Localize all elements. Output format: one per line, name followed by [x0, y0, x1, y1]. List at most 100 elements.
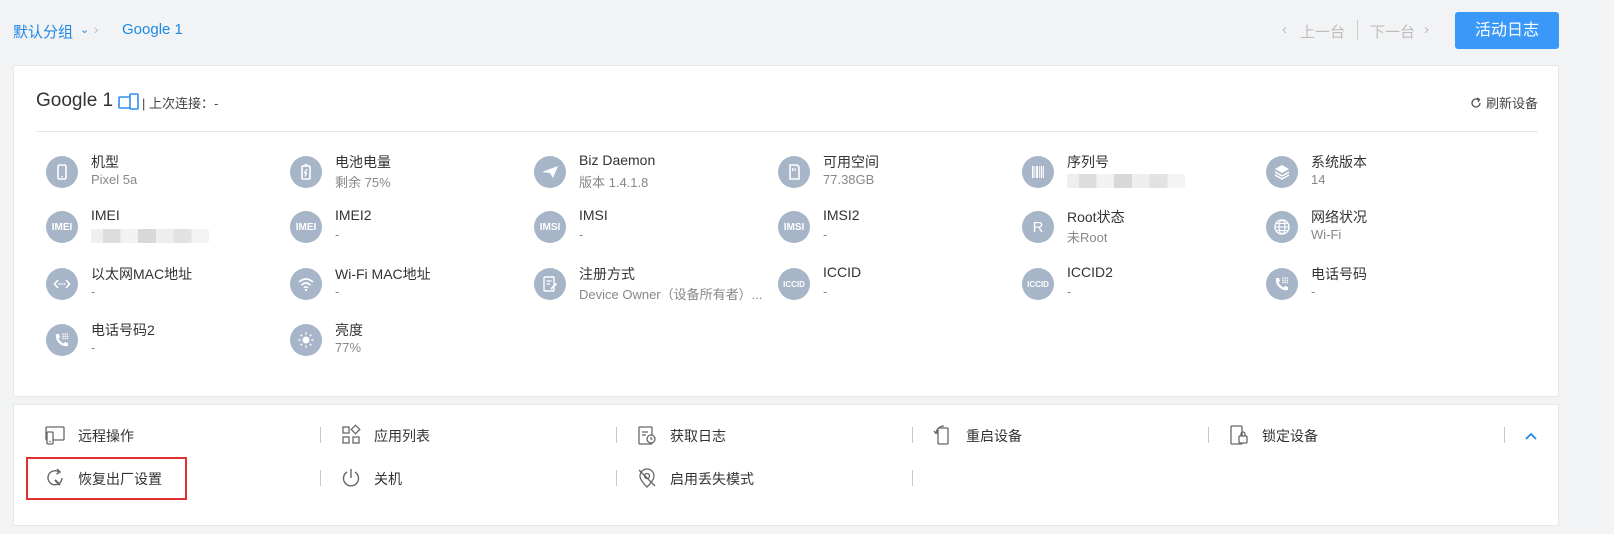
imei-icon: IMEI — [290, 211, 322, 243]
dialpad-phone-icon — [46, 324, 78, 356]
phone-icon — [46, 156, 78, 188]
top-bar: 默认分组 ⌄ › Google 1 ‹ 上一台 下一台 › 活动日志 — [0, 0, 1614, 62]
breadcrumb-device[interactable]: Google 1 — [122, 21, 183, 38]
info-label: 注册方式 — [579, 266, 635, 282]
info-item: 系统版本 14 — [1266, 152, 1506, 196]
breadcrumb-group[interactable]: 默认分组 — [13, 21, 73, 42]
info-item: IMSI IMSI2 - — [778, 207, 1018, 251]
power-icon — [340, 467, 362, 489]
info-label: 电话号码2 — [91, 322, 155, 338]
app-list-icon — [340, 424, 362, 446]
info-value: - — [91, 340, 96, 355]
info-item: 网络状况 Wi-Fi — [1266, 207, 1506, 251]
redacted-value — [1067, 174, 1185, 188]
info-item: ICCID ICCID2 - — [1022, 264, 1262, 308]
form-icon — [534, 268, 566, 300]
action-separator — [1504, 427, 1505, 443]
remote-control-icon — [44, 424, 66, 446]
action-label: 关机 — [374, 471, 402, 487]
action-separator — [320, 427, 321, 443]
log-icon — [636, 424, 658, 446]
info-value: 未Root — [1067, 230, 1108, 245]
action-separator — [616, 470, 617, 486]
action-label: 重启设备 — [966, 428, 1022, 444]
iccid-icon: ICCID — [1022, 268, 1054, 300]
imsi-icon: IMSI — [778, 211, 810, 243]
info-value: - — [91, 284, 96, 299]
info-item: 注册方式 Device Owner（设备所有者）... — [534, 264, 774, 308]
info-label: 亮度 — [335, 322, 363, 338]
info-item: ICCID ICCID - — [778, 264, 1018, 308]
info-label: 以太网MAC地址 — [91, 266, 193, 282]
last-connection: | 上次连接：- — [142, 96, 219, 111]
info-item: 电话号码2 - — [46, 320, 286, 364]
info-value: - — [335, 284, 340, 299]
chevron-left-icon[interactable]: ‹ — [1282, 21, 1287, 38]
info-item: IMEI IMEI2 - — [290, 207, 530, 251]
info-label: 可用空间 — [823, 154, 879, 170]
info-item: 序列号 — [1022, 152, 1262, 196]
action-label: 远程操作 — [78, 428, 134, 444]
sd-card-icon — [778, 156, 810, 188]
info-item: 以太网MAC地址 - — [46, 264, 286, 308]
action-label: 恢复出厂设置 — [78, 471, 162, 487]
iccid-icon: ICCID — [778, 268, 810, 300]
root-icon: R — [1022, 211, 1054, 243]
action-separator — [320, 470, 321, 486]
action-label: 应用列表 — [374, 428, 430, 444]
info-label: Root状态 — [1067, 209, 1125, 225]
info-label: 序列号 — [1067, 154, 1109, 170]
info-label: ICCID2 — [1067, 264, 1113, 280]
info-value: - — [1067, 284, 1072, 299]
lock-device-icon — [1228, 424, 1250, 446]
info-label: 电池电量 — [335, 154, 391, 170]
refresh-label: 刷新设备 — [1485, 96, 1538, 111]
chevron-down-icon[interactable]: ⌄ — [80, 23, 89, 36]
factory-reset-icon — [44, 467, 66, 489]
info-item: Wi-Fi MAC地址 - — [290, 264, 530, 308]
device-info-card: Google 1 | 上次连接：- 刷新设备 机型 Pixel 5a 电池电量 剩余 … — [13, 65, 1559, 397]
info-item: 电话号码 - — [1266, 264, 1506, 308]
info-label: 网络状况 — [1311, 209, 1367, 225]
brightness-icon — [290, 324, 322, 356]
info-value: 剩余 75% — [335, 175, 391, 190]
info-item: IMEI IMEI — [46, 207, 286, 251]
info-value: - — [335, 227, 340, 242]
action-label: 启用丢失模式 — [670, 471, 754, 487]
info-item: 可用空间 77.38GB — [778, 152, 1018, 196]
barcode-icon — [1022, 156, 1054, 188]
layers-icon — [1266, 156, 1298, 188]
info-label: IMSI — [579, 207, 608, 223]
device-link-icon[interactable] — [118, 93, 140, 111]
info-value: Device Owner（设备所有者）... — [579, 287, 763, 302]
refresh-device-button[interactable]: 刷新设备 — [1470, 93, 1538, 112]
restart-icon — [932, 424, 954, 446]
info-label: ICCID — [823, 264, 862, 280]
wifi-icon — [290, 268, 322, 300]
info-value: - — [823, 227, 828, 242]
activity-log-button[interactable]: 活动日志 — [1455, 12, 1559, 49]
info-item: 电池电量剩余 75% — [290, 152, 530, 196]
info-value: 77% — [335, 340, 362, 355]
pager-divider — [1357, 20, 1358, 40]
info-value: - — [579, 227, 584, 242]
card-divider — [36, 131, 1538, 132]
info-value: 77.38GB — [823, 172, 875, 187]
info-item: 亮度 77% — [290, 320, 530, 364]
redacted-value — [91, 229, 209, 243]
prev-device-link[interactable]: 上一台 — [1300, 21, 1345, 42]
chevron-right-icon: › — [94, 22, 99, 37]
chevron-right-icon[interactable]: › — [1424, 21, 1429, 38]
info-label: IMEI2 — [335, 207, 372, 223]
chevron-up-icon[interactable] — [1524, 429, 1538, 443]
info-item: IMSI IMSI - — [534, 207, 774, 251]
info-label: 电话号码 — [1311, 266, 1367, 282]
info-item: Biz Daemon 版本 1.4.1.8 — [534, 152, 774, 196]
globe-icon — [1266, 211, 1298, 243]
action-label: 获取日志 — [670, 428, 726, 444]
info-label: Biz Daemon — [579, 152, 656, 168]
info-value: - — [823, 284, 828, 299]
action-separator — [1208, 427, 1209, 443]
dialpad-phone-icon — [1266, 268, 1298, 300]
next-device-link[interactable]: 下一台 — [1370, 21, 1415, 42]
